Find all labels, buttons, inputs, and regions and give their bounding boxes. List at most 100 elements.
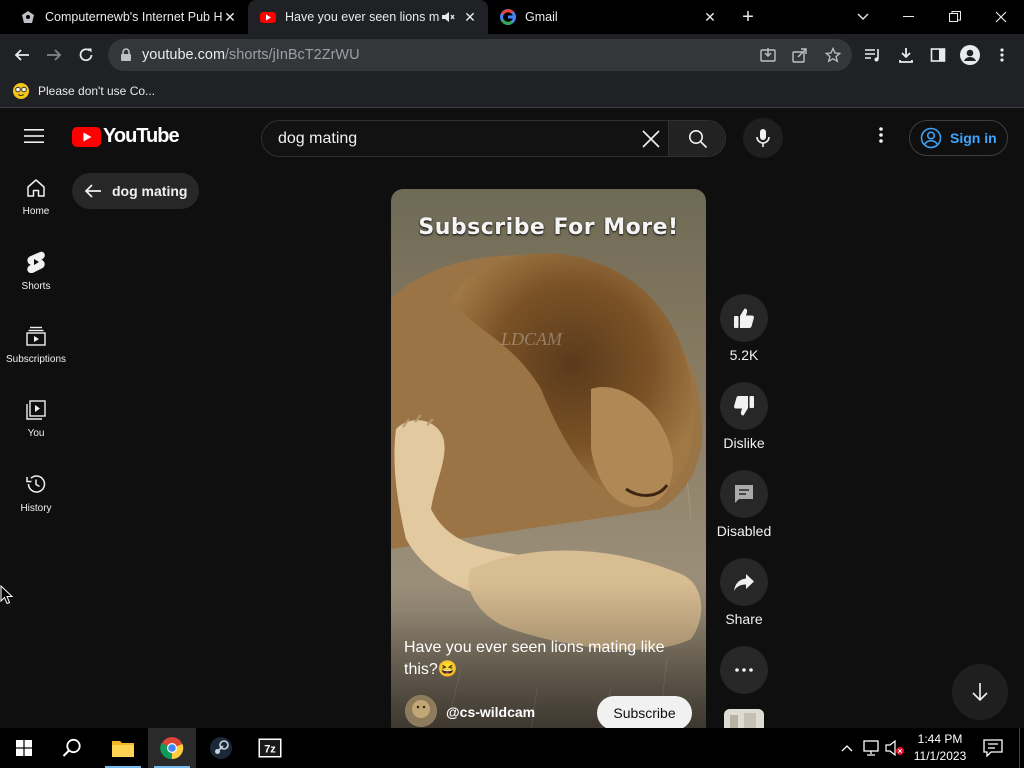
guide-item-history[interactable]: History xyxy=(0,456,72,530)
clock-date: 11/1/2023 xyxy=(913,749,967,763)
lock-icon[interactable] xyxy=(120,48,132,62)
channel-avatar-image xyxy=(405,695,437,727)
home-icon xyxy=(27,178,45,197)
bookmarks-bar: Please don't use Co... xyxy=(0,76,1024,108)
back-button[interactable] xyxy=(6,39,38,71)
taskbar-chrome[interactable] xyxy=(148,728,196,768)
tab-close-icon[interactable]: ✕ xyxy=(222,9,238,26)
history-icon xyxy=(26,474,46,493)
start-button[interactable] xyxy=(0,728,48,768)
more-horizontal-icon xyxy=(735,668,753,672)
guide-item-subscriptions[interactable]: Subscriptions xyxy=(0,308,72,382)
voice-search-button[interactable] xyxy=(743,118,783,158)
chevron-up-icon xyxy=(841,745,853,752)
like-button[interactable] xyxy=(720,294,768,342)
video-watermark: LDCAM xyxy=(501,329,563,349)
tab-gmail[interactable]: Gmail ✕ xyxy=(488,0,728,34)
restore-button[interactable] xyxy=(932,0,978,34)
sound-thumbnail[interactable] xyxy=(724,709,764,728)
minimize-button[interactable] xyxy=(886,0,932,34)
mouse-cursor-icon xyxy=(0,585,14,605)
guide-label: Home xyxy=(22,205,50,217)
taskbar-7zip[interactable]: 7z xyxy=(246,728,294,768)
chip-label: dog mating xyxy=(112,183,188,199)
sign-in-button[interactable]: Sign in xyxy=(909,120,1008,156)
you-icon xyxy=(26,399,46,420)
thumbs-up-icon xyxy=(734,308,754,328)
install-app-icon[interactable] xyxy=(760,47,776,63)
bookmark-label: Please don't use Co... xyxy=(38,84,156,98)
chrome-icon xyxy=(160,737,184,760)
search-back-chip[interactable]: dog mating xyxy=(72,173,199,209)
profile-avatar[interactable] xyxy=(954,39,986,71)
comments-button[interactable] xyxy=(720,470,768,518)
share-button[interactable] xyxy=(720,558,768,606)
tab-title: Computernewb's Internet Pub H xyxy=(45,10,222,24)
show-desktop-button[interactable] xyxy=(1019,728,1024,768)
youtube-favicon-icon xyxy=(260,12,276,23)
taskbar-search-button[interactable] xyxy=(48,728,96,768)
next-short-button[interactable] xyxy=(952,664,1008,720)
like-count: 5.2K xyxy=(729,347,759,363)
pub-favicon-icon xyxy=(22,11,34,23)
speaker-muted-icon[interactable] xyxy=(440,9,456,25)
forward-button[interactable] xyxy=(38,39,70,71)
guide-item-home[interactable]: Home xyxy=(0,160,72,234)
bookmark-item[interactable]: Please don't use Co... xyxy=(12,82,155,100)
tab-pub[interactable]: Computernewb's Internet Pub H ✕ xyxy=(8,0,248,34)
tab-youtube[interactable]: Have you ever seen lions ma ✕ xyxy=(248,0,488,34)
side-panel-button[interactable] xyxy=(922,39,954,71)
channel-name[interactable]: @cs-wildcam xyxy=(446,704,535,720)
subscribe-button[interactable]: Subscribe xyxy=(597,696,692,728)
guide-label: Subscriptions xyxy=(5,353,67,365)
microphone-icon xyxy=(756,129,770,147)
guide-menu-button[interactable] xyxy=(24,128,48,148)
tab-close-icon[interactable]: ✕ xyxy=(462,9,478,26)
guide-item-shorts[interactable]: Shorts xyxy=(0,234,72,308)
reload-button[interactable] xyxy=(70,39,102,71)
tab-close-icon[interactable]: ✕ xyxy=(702,9,718,26)
network-button[interactable] xyxy=(860,728,882,768)
youtube-logo-text: YouTube xyxy=(103,125,180,147)
more-actions-button[interactable] xyxy=(720,646,768,694)
google-favicon-icon xyxy=(500,9,516,25)
arrow-back-icon xyxy=(84,184,101,198)
close-window-button[interactable] xyxy=(978,0,1024,34)
clear-search-button[interactable] xyxy=(634,121,668,156)
action-center-button[interactable] xyxy=(976,728,1010,768)
youtube-logo[interactable]: YouTube xyxy=(72,125,180,148)
guide-label: Shorts xyxy=(21,280,51,292)
guide-label: History xyxy=(20,502,52,514)
steam-icon xyxy=(210,737,232,759)
account-circle-icon xyxy=(920,127,942,149)
volume-button[interactable] xyxy=(884,728,906,768)
browser-toolbar: youtube.com/shorts/jInBcT2ZrWU xyxy=(0,34,1024,76)
taskbar-file-explorer[interactable] xyxy=(99,728,147,768)
sign-in-label: Sign in xyxy=(950,130,997,146)
settings-menu-button[interactable] xyxy=(871,126,891,148)
taskbar-steam[interactable] xyxy=(197,728,245,768)
tab-title: Gmail xyxy=(525,10,558,24)
bookmark-star-icon[interactable] xyxy=(825,47,841,63)
show-hidden-icons-button[interactable] xyxy=(838,728,856,768)
downloads-button[interactable] xyxy=(890,39,922,71)
thumbs-down-icon xyxy=(734,396,754,416)
hamburger-icon xyxy=(24,129,44,143)
dislike-button[interactable] xyxy=(720,382,768,430)
search-input[interactable] xyxy=(262,121,634,156)
shorts-player[interactable]: Subscribe For More! LDCAM Have you ever … xyxy=(391,189,706,728)
search-icon xyxy=(689,129,708,148)
clock[interactable]: 1:44 PM 11/1/2023 xyxy=(908,728,972,768)
tab-search-icon[interactable] xyxy=(840,0,886,34)
guide-item-you[interactable]: You xyxy=(0,382,72,456)
chrome-menu-button[interactable] xyxy=(986,39,1018,71)
search-button[interactable] xyxy=(668,121,725,156)
channel-avatar[interactable] xyxy=(405,695,437,727)
media-controls-button[interactable] xyxy=(857,39,889,71)
guide-label: You xyxy=(27,427,45,439)
new-tab-button[interactable]: + xyxy=(725,0,771,34)
shorts-icon xyxy=(27,251,45,273)
share-arrow-icon xyxy=(734,574,754,591)
address-bar[interactable]: youtube.com/shorts/jInBcT2ZrWU xyxy=(108,39,852,71)
share-page-icon[interactable] xyxy=(792,47,808,63)
